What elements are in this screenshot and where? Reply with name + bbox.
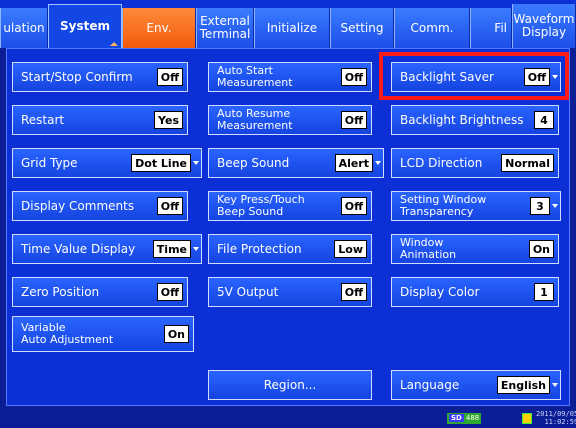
tab-label: Fil [494, 20, 507, 35]
setting-label: Setting Window Transparency [400, 193, 487, 218]
display-color-button[interactable]: Display Color 1 [391, 277, 559, 307]
tab-file[interactable]: Fil [470, 8, 512, 48]
variable-auto-adjustment-button[interactable]: Variable Auto Adjustment On [12, 316, 194, 352]
setting-label: Time Value Display [21, 242, 136, 256]
setting-label: Language [400, 378, 460, 392]
setting-label: Restart [21, 113, 65, 127]
selection-highlight [379, 52, 569, 100]
setting-label: Backlight Brightness [400, 113, 524, 127]
setting-value: Dot Line [131, 154, 199, 172]
backlight-brightness-button[interactable]: Backlight Brightness 4 [391, 105, 559, 135]
setting-label: Key Press/Touch Beep Sound [217, 193, 305, 218]
lcd-direction-button[interactable]: LCD Direction Normal [391, 148, 559, 178]
tab-label: Comm. [410, 20, 454, 35]
tab-external-terminal[interactable]: External Terminal [196, 8, 254, 48]
screen: ulation System Env. External Terminal In… [0, 0, 576, 428]
auto-start-measurement-button[interactable]: Auto Start Measurement Off [208, 62, 372, 92]
sd-label: SD [449, 414, 464, 422]
tab-label: Env. [146, 20, 172, 35]
file-protection-button[interactable]: File Protection Low [208, 234, 372, 264]
setting-value: Off [156, 283, 183, 301]
setting-label: Display Comments [21, 199, 135, 213]
setting-value: Off [156, 68, 183, 86]
setting-label: LCD Direction [400, 156, 483, 170]
setting-label: Zero Position [21, 285, 100, 299]
time-text: 11:02:59 [544, 418, 576, 426]
sd-value: 488 [465, 414, 480, 422]
display-comments-button[interactable]: Display Comments Off [12, 191, 188, 221]
setting-label: Display Color [400, 285, 480, 299]
setting-label: Window Animation [400, 236, 457, 261]
setting-window-transparency-dropdown[interactable]: Setting Window Transparency 3 [391, 191, 561, 221]
language-dropdown[interactable]: Language English [391, 370, 561, 400]
setting-value: Low [334, 240, 367, 258]
setting-label: Variable Auto Adjustment [21, 321, 114, 346]
setting-label: 5V Output [217, 285, 279, 299]
setting-value: Off [340, 197, 367, 215]
setting-value: Off [340, 111, 367, 129]
setting-label: File Protection [217, 242, 302, 256]
setting-label: Auto Start Measurement [217, 64, 293, 89]
tab-initialize[interactable]: Initialize [254, 8, 330, 48]
time-value-display-dropdown[interactable]: Time Value Display Time [12, 234, 202, 264]
tab-system[interactable]: System [48, 4, 122, 48]
beep-sound-dropdown[interactable]: Beep Sound Alert [208, 148, 384, 178]
setting-label: Grid Type [21, 156, 78, 170]
setting-value: On [163, 325, 189, 343]
setting-value: 3 [530, 197, 558, 215]
tab-label: ulation [3, 20, 45, 35]
window-animation-button[interactable]: Window Animation On [391, 234, 559, 264]
region-button[interactable]: Region... [208, 370, 372, 400]
grid-type-dropdown[interactable]: Grid Type Dot Line [12, 148, 202, 178]
key-press-touch-beep-sound-button[interactable]: Key Press/Touch Beep Sound Off [208, 191, 372, 221]
status-bar [0, 410, 576, 428]
date-text: 2011/09/05 [536, 410, 576, 418]
setting-label: Auto Resume Measurement [217, 107, 293, 132]
clock-icon [522, 413, 532, 424]
tab-simulation[interactable]: ulation [0, 8, 48, 48]
region-button-label: Region... [263, 378, 317, 392]
setting-value: Yes [154, 111, 183, 129]
setting-label: Beep Sound [217, 156, 290, 170]
setting-value: On [528, 240, 554, 258]
tab-label: Setting [340, 20, 384, 35]
tab-label: External Terminal [199, 14, 251, 41]
start-stop-confirm-button[interactable]: Start/Stop Confirm Off [12, 62, 188, 92]
setting-value: 1 [534, 283, 554, 301]
auto-resume-measurement-button[interactable]: Auto Resume Measurement Off [208, 105, 372, 135]
setting-value: Time [152, 240, 200, 258]
setting-value: Off [156, 197, 183, 215]
datetime-readout: 2011/09/05 11:02:59 [536, 410, 576, 426]
setting-value: Off [340, 283, 367, 301]
setting-value: Alert [334, 154, 382, 172]
setting-value: English [496, 376, 559, 394]
zero-position-button[interactable]: Zero Position Off [12, 277, 188, 307]
5v-output-button[interactable]: 5V Output Off [208, 277, 372, 307]
setting-label: Start/Stop Confirm [21, 70, 133, 84]
tab-bar: ulation System Env. External Terminal In… [0, 0, 576, 48]
setting-value: 4 [534, 111, 554, 129]
tab-env[interactable]: Env. [122, 8, 196, 48]
setting-value: Normal [501, 154, 554, 172]
setting-value: Off [340, 68, 367, 86]
tab-comm[interactable]: Comm. [394, 8, 470, 48]
tab-setting[interactable]: Setting [330, 8, 394, 48]
tab-label: Waveform Display [513, 12, 575, 39]
settings-panel [6, 48, 570, 406]
tab-label: System [60, 19, 110, 33]
tab-corner-icon [110, 42, 118, 46]
sd-card-indicator: SD 488 [447, 413, 482, 424]
restart-button[interactable]: Restart Yes [12, 105, 188, 135]
tab-waveform-display[interactable]: Waveform Display [512, 4, 576, 48]
tab-label: Initialize [266, 20, 318, 35]
